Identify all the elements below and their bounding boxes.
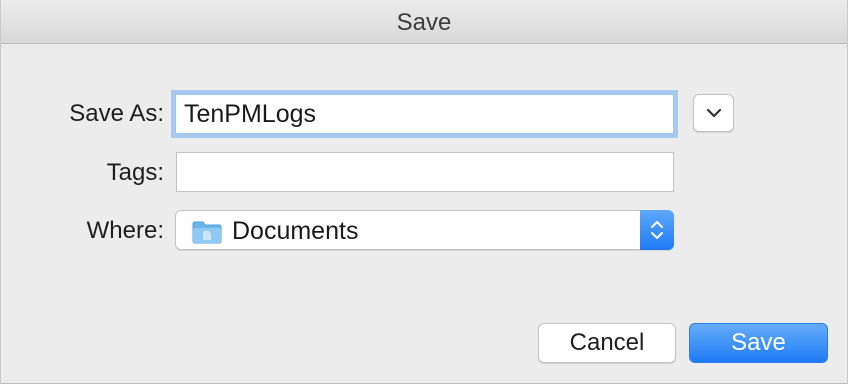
tags-label: Tags:	[106, 159, 164, 186]
folder-icon	[192, 221, 222, 244]
save-button[interactable]: Save	[689, 323, 828, 363]
chevron-down-icon	[706, 108, 722, 118]
where-popup[interactable]: Documents	[175, 210, 674, 250]
save-dialog: Save Save As: Tags: Where: Documents Can…	[0, 0, 848, 384]
save-as-field[interactable]	[175, 94, 674, 134]
where-popup-label: Documents	[232, 217, 359, 245]
where-label: Where:	[86, 217, 164, 244]
tags-field[interactable]	[176, 152, 674, 192]
window-title: Save	[396, 9, 452, 36]
save-as-label: Save As:	[69, 100, 164, 127]
popup-stepper[interactable]	[640, 210, 674, 250]
updown-chevron-icon	[651, 221, 663, 239]
expand-dialog-button[interactable]	[693, 94, 734, 132]
title-bar[interactable]: Save	[1, 0, 847, 44]
cancel-button[interactable]: Cancel	[538, 323, 676, 363]
